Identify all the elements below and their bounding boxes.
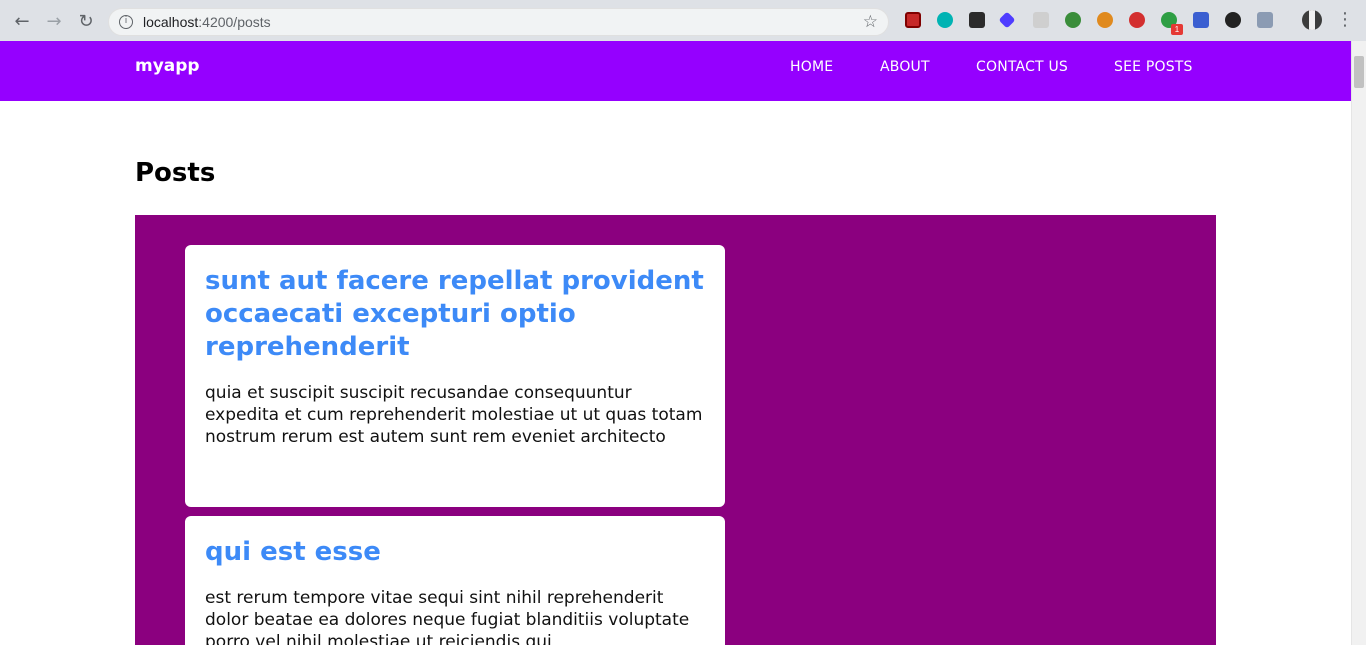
- reload-icon[interactable]: ↻: [74, 9, 98, 33]
- nav-link-home[interactable]: HOME: [790, 59, 833, 75]
- post-body: est rerum tempore vitae sequi sint nihil…: [205, 588, 690, 645]
- extension-icon-10[interactable]: [1193, 12, 1209, 28]
- extension-icon-1[interactable]: [905, 12, 921, 28]
- address-bar[interactable]: i localhost:4200/posts ☆: [108, 8, 889, 36]
- url-host: localhost: [143, 14, 199, 30]
- page-scrollbar[interactable]: [1351, 41, 1366, 645]
- app-navbar: myapp HOME ABOUT CONTACT US SEE POSTS: [0, 41, 1351, 101]
- back-icon[interactable]: ←: [10, 9, 34, 33]
- nav-link-contact[interactable]: CONTACT US: [976, 59, 1068, 75]
- post-card: sunt aut facere repellat provident occae…: [185, 245, 725, 507]
- nav-link-about[interactable]: ABOUT: [880, 59, 930, 75]
- more-vert-icon[interactable]: ⋮: [1336, 9, 1354, 30]
- post-title: sunt aut facere repellat provident occae…: [205, 266, 704, 362]
- page-title: Posts: [135, 158, 216, 188]
- extension-badge: 1: [1171, 24, 1183, 35]
- post-title: qui est esse: [205, 537, 381, 567]
- extension-icon-2[interactable]: [937, 12, 953, 28]
- brand-logo[interactable]: myapp: [135, 56, 200, 76]
- nav-link-see-posts[interactable]: SEE POSTS: [1114, 59, 1193, 75]
- posts-container: sunt aut facere repellat provident occae…: [135, 215, 1216, 645]
- browser-toolbar: ← → ↻ i localhost:4200/posts ☆ 1 ⋮: [0, 0, 1366, 41]
- extension-icon-8[interactable]: [1129, 12, 1145, 28]
- extension-icon-11[interactable]: [1225, 12, 1241, 28]
- url-text[interactable]: localhost:4200/posts: [143, 14, 271, 30]
- post-body: quia et suscipit suscipit recusandae con…: [205, 383, 703, 447]
- bookmark-star-icon[interactable]: ☆: [863, 12, 878, 32]
- extension-icon-6[interactable]: [1065, 12, 1081, 28]
- post-card: qui est esse est rerum tempore vitae seq…: [185, 516, 725, 645]
- avatar[interactable]: [1302, 10, 1322, 30]
- scrollbar-thumb[interactable]: [1354, 56, 1364, 88]
- info-icon[interactable]: i: [119, 15, 133, 29]
- extension-icon-5[interactable]: [1033, 12, 1049, 28]
- forward-icon[interactable]: →: [42, 9, 66, 33]
- puzzle-icon[interactable]: [1257, 12, 1273, 28]
- extension-icon-4[interactable]: [998, 11, 1016, 29]
- extension-icon-3[interactable]: [969, 12, 985, 28]
- url-path: :4200/posts: [198, 14, 271, 30]
- extension-icon-7[interactable]: [1097, 12, 1113, 28]
